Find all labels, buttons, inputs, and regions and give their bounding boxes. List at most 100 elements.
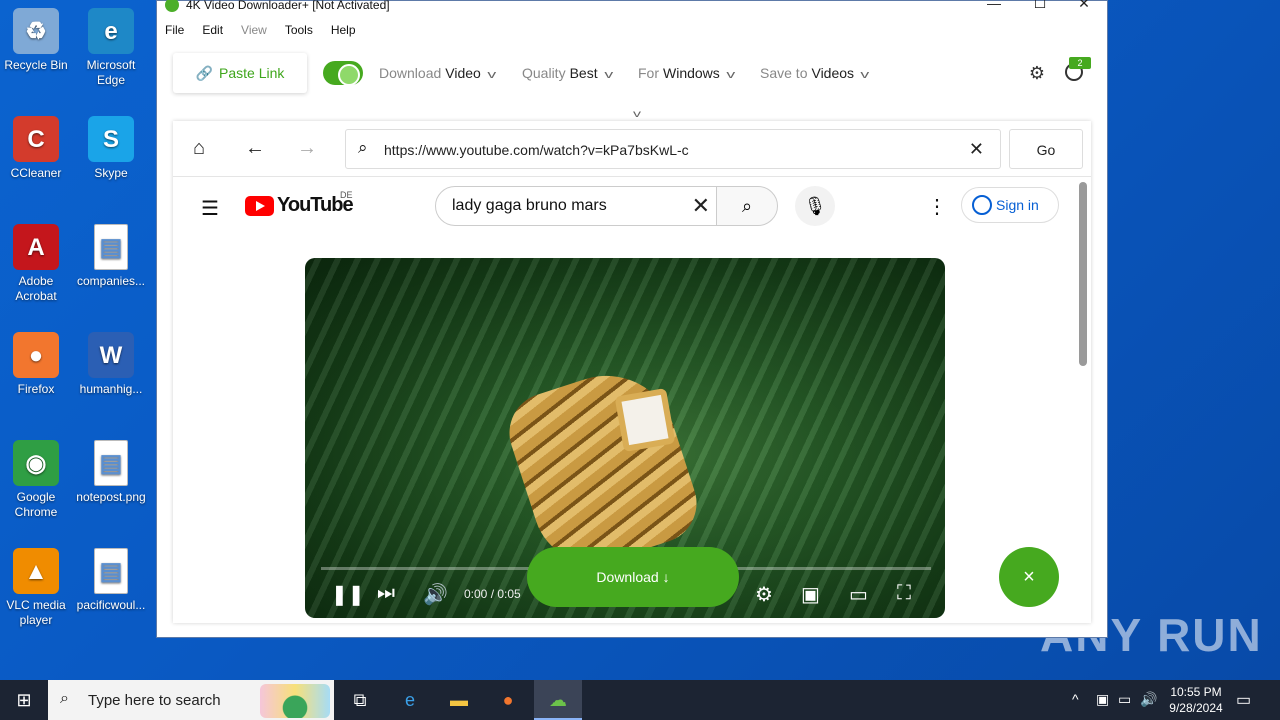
notepost-icon: ▤ [94, 440, 128, 486]
clock[interactable]: 10:55 PM 9/28/2024 [1164, 684, 1228, 716]
desktop-icon-recycle-bin[interactable]: ♻ Recycle Bin [0, 4, 72, 73]
youtube-search-input[interactable]: lady gaga bruno mars ✕ [435, 186, 717, 226]
minimize-button[interactable]: — [971, 0, 1017, 15]
menu-edit[interactable]: Edit [202, 23, 223, 37]
youtube-logo[interactable]: YouTube [245, 194, 354, 217]
close-button[interactable]: ✕ [1061, 0, 1107, 15]
desktop-icon-microsoft-edge[interactable]: e Microsoft Edge [75, 4, 147, 88]
desktop-icon-adobe-acrobat[interactable]: A Adobe Acrobat [0, 220, 72, 304]
app-logo-icon [165, 0, 179, 12]
toolbar: 🔗 Paste Link Download Video v Quality Best v… [173, 53, 1091, 93]
browser-nav-bar: ⌂ ← → ⌕ https://www.youtube.com/watch?v=… [173, 121, 1091, 177]
country-code: DE [340, 190, 353, 200]
paste-link-button[interactable]: 🔗 Paste Link [173, 53, 307, 93]
desktop-icon-label: Adobe Acrobat [15, 274, 57, 303]
network-icon[interactable]: ▭ [1118, 691, 1131, 708]
paste-link-label: Paste Link [219, 65, 285, 81]
user-avatar-icon [972, 195, 992, 215]
back-arrow-icon[interactable]: ← [245, 137, 265, 160]
app-window: 4K Video Downloader+ [Not Activated] — ☐… [156, 0, 1108, 638]
microsoft-edge-icon: e [88, 8, 134, 54]
edge-taskbar-icon[interactable]: e [386, 680, 434, 720]
home-icon[interactable]: ⌂ [193, 137, 205, 160]
miniplayer-icon[interactable]: ▣ [801, 582, 820, 607]
menu-help[interactable]: Help [331, 23, 356, 37]
volume-icon[interactable]: 🔊 [423, 582, 448, 607]
settings-gear-icon[interactable]: ⚙ [1029, 63, 1045, 84]
desktop-icon-label: pacificwoul... [76, 598, 146, 612]
desktop-icon-ccleaner[interactable]: C CCleaner [0, 112, 72, 181]
download-type-value: Video [445, 65, 481, 81]
video-time: 0:00 / 0:05 [464, 587, 521, 601]
youtube-page: ☰ YouTube DE lady gaga bruno mars ✕ ⌕ 🎙 … [173, 178, 1091, 623]
smart-mode-toggle[interactable] [323, 61, 363, 86]
youtube-play-icon [245, 195, 274, 216]
platform-dropdown[interactable]: For Windows v [638, 65, 735, 81]
hamburger-menu-icon[interactable]: ☰ [201, 196, 219, 221]
chevron-up-icon[interactable]: ^ [1072, 691, 1079, 707]
firefox-taskbar-icon[interactable]: ● [484, 680, 532, 720]
firefox-icon: ● [13, 332, 59, 378]
clear-url-icon[interactable]: ✕ [969, 139, 984, 160]
quality-label: Quality [522, 65, 566, 81]
volume-icon[interactable]: 🔊 [1140, 691, 1157, 708]
title-bar: 4K Video Downloader+ [Not Activated] — ☐… [157, 0, 1107, 15]
ccleaner-icon: C [13, 116, 59, 162]
clear-search-icon[interactable]: ✕ [692, 193, 710, 219]
menu-view[interactable]: View [241, 23, 267, 37]
file-explorer-icon[interactable]: ▬ [435, 680, 483, 720]
4k-downloader-taskbar-icon[interactable]: ☁ [534, 680, 582, 720]
desktop-icon-label: VLC media player [6, 598, 66, 627]
link-icon: 🔗 [195, 64, 214, 81]
sign-in-button[interactable]: Sign in [961, 187, 1059, 223]
url-input[interactable]: ⌕ https://www.youtube.com/watch?v=kPa7bs… [345, 129, 1001, 169]
desktop-icon-skype[interactable]: S Skype [75, 112, 147, 181]
more-options-icon[interactable]: ⋮ [927, 194, 947, 219]
device-icon[interactable]: ▣ [1096, 691, 1109, 708]
close-fab-button[interactable]: × [999, 547, 1059, 607]
search-query: lady gaga bruno mars [452, 197, 607, 214]
task-view-icon[interactable]: ⧉ [336, 680, 384, 720]
menu-file[interactable]: File [165, 23, 184, 37]
desktop-icon-firefox[interactable]: ● Firefox [0, 328, 72, 397]
youtube-search-button[interactable]: ⌕ [716, 186, 778, 226]
desktop-icon-humanhig[interactable]: Whumanhig... [75, 328, 147, 397]
menu-bar: File Edit View Tools Help [165, 23, 374, 37]
menu-tools[interactable]: Tools [285, 23, 313, 37]
download-type-label: Download [379, 65, 442, 81]
pause-icon[interactable]: ❚❚ [331, 582, 365, 607]
desktop-icon-notepost[interactable]: ▤ notepost.png [75, 436, 147, 505]
taskbar-search[interactable]: ⌕ Type here to search [48, 680, 334, 720]
desktop-icon-label: Recycle Bin [4, 58, 68, 72]
desktop-icon-google-chrome[interactable]: ◉ Google Chrome [0, 436, 72, 520]
watch-face [614, 387, 676, 453]
companies-icon: ▤ [94, 224, 128, 270]
sign-in-label: Sign in [996, 197, 1039, 213]
desktop-icon-label: Skype [94, 166, 128, 180]
forward-arrow-icon[interactable]: → [297, 137, 317, 160]
save-to-dropdown[interactable]: Save to Videos v [760, 65, 870, 81]
theater-mode-icon[interactable]: ▭ [849, 582, 868, 607]
quality-dropdown[interactable]: Quality Best v [522, 65, 613, 81]
next-icon[interactable]: ⏭ [377, 582, 395, 605]
chevron-down-icon: v [860, 69, 870, 81]
desktop-icon-companies[interactable]: ▤ companies... [75, 220, 147, 289]
windows-start-icon[interactable]: ⊞ [0, 680, 48, 720]
search-placeholder: Type here to search [88, 692, 221, 709]
vlc-icon: ▲ [13, 548, 59, 594]
maximize-button[interactable]: ☐ [1017, 0, 1063, 15]
chevron-down-icon: v [487, 69, 496, 81]
desktop-icon-pacificwoul[interactable]: ▤ pacificwoul... [75, 544, 147, 613]
notifications-icon[interactable]: ▭ [1236, 690, 1251, 710]
desktop-icon-vlc[interactable]: ▲ VLC media player [0, 544, 72, 628]
scrollbar[interactable] [1079, 182, 1087, 366]
desktop-icon-label: Microsoft Edge [86, 58, 136, 87]
settings-icon[interactable]: ⚙ [755, 582, 773, 607]
go-button[interactable]: Go [1009, 129, 1083, 169]
download-button[interactable]: Download ↓ [527, 547, 739, 607]
quality-value: Best [569, 65, 598, 81]
download-type-dropdown[interactable]: Download Video v [379, 65, 496, 81]
fullscreen-icon[interactable]: ⛶ [897, 582, 911, 605]
microphone-icon[interactable]: 🎙 [795, 186, 835, 226]
browser-panel: ⌂ ← → ⌕ https://www.youtube.com/watch?v=… [173, 121, 1091, 623]
